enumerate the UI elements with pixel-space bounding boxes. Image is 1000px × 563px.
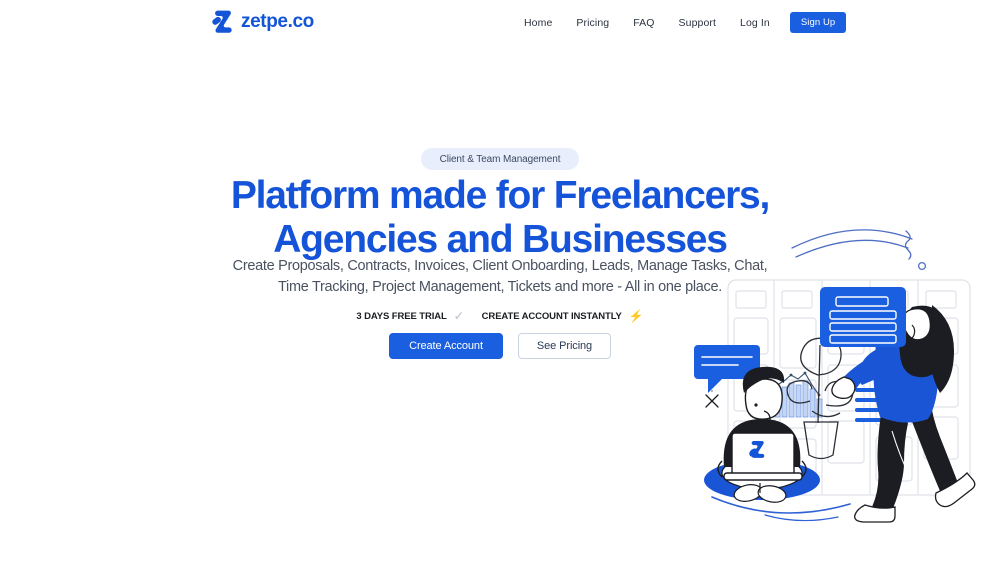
landing-page: zetpe.co Home Pricing FAQ Support Log In…: [0, 0, 1000, 563]
hero-pill-badge: Client & Team Management: [421, 148, 579, 170]
hero-section: Client & Team Management Platform made f…: [0, 0, 1000, 563]
man-with-laptop: [704, 366, 820, 503]
sparkle-icon: [705, 390, 719, 408]
check-icon: ✓: [453, 309, 464, 323]
badge-instant-label: CREATE ACCOUNT INSTANTLY: [481, 310, 622, 322]
decorative-arcs: [791, 229, 927, 271]
create-account-button[interactable]: Create Account: [389, 333, 503, 359]
task-card-blue: [820, 287, 906, 347]
see-pricing-button[interactable]: See Pricing: [518, 333, 611, 359]
lightning-bolt-icon: ⚡: [628, 309, 644, 323]
woman-hand: [831, 376, 856, 400]
hero-illustration: [660, 215, 1000, 535]
headline-line-1: Platform made for Freelancers,: [230, 174, 771, 217]
team-collaboration-illustration: [694, 229, 976, 523]
badge-free-trial-label: 3 DAYS FREE TRIAL: [356, 310, 447, 322]
laptop: [723, 432, 803, 481]
